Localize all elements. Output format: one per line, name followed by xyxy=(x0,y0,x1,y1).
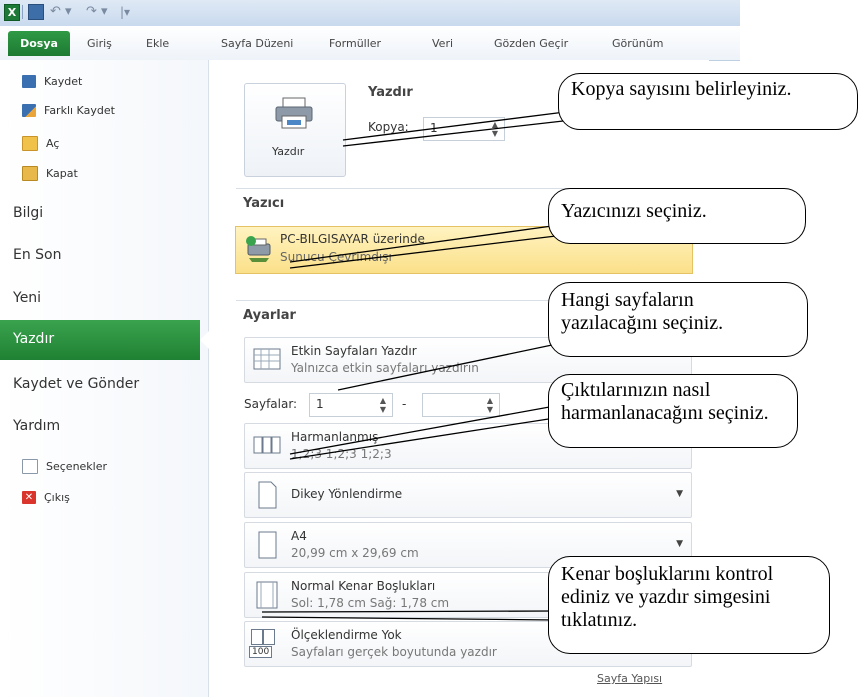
nav-save-label: Kaydet xyxy=(44,74,83,88)
nav-close-label: Kapat xyxy=(46,166,78,180)
margins-label: Normal Kenar Boşlukları xyxy=(291,579,436,593)
copies-input[interactable]: 1 ▲ ▼ xyxy=(423,117,505,141)
print-section-title: Yazdır xyxy=(368,85,413,100)
paper-icon xyxy=(258,531,277,559)
portrait-page-icon xyxy=(258,481,277,509)
paper-size-desc: 20,99 cm x 29,69 cm xyxy=(291,546,419,560)
tab-page-layout[interactable]: Sayfa Düzeni xyxy=(221,31,293,56)
nav-open-label: Aç xyxy=(46,136,60,150)
pages-to-spinner-icon[interactable]: ▲ ▼ xyxy=(487,396,493,414)
chevron-down-icon: ▼ xyxy=(676,539,683,549)
callout-copies: Kopya sayısını belirleyiniz. xyxy=(558,73,858,130)
tab-home[interactable]: Giriş xyxy=(87,31,112,56)
quick-access-toolbar: X ↶ ▾ ↷ ▾ |▾ xyxy=(0,0,740,26)
page-setup-link[interactable]: Sayfa Yapısı xyxy=(597,672,662,685)
settings-title: Ayarlar xyxy=(243,308,296,323)
tab-formulas[interactable]: Formüller xyxy=(329,31,381,56)
nav-save-send[interactable]: Kaydet ve Gönder xyxy=(13,376,139,392)
folder-close-icon xyxy=(22,165,38,181)
pages-from-value: 1 xyxy=(316,397,324,411)
printer-section-title: Yazıcı xyxy=(243,196,285,211)
pages-to-input[interactable]: ▲ ▼ xyxy=(422,393,500,417)
orientation-dropdown[interactable]: Dikey Yönlendirme ▼ xyxy=(244,472,692,518)
network-printer-icon xyxy=(246,236,271,262)
collate-desc: 1;2;3 1;2;3 1;2;3 xyxy=(291,447,392,461)
nav-new[interactable]: Yeni xyxy=(13,290,41,306)
printer-name: PC-BILGISAYAR üzerinde xyxy=(280,232,425,246)
copies-label: Kopya: xyxy=(368,120,409,134)
margins-icon xyxy=(256,581,278,609)
collate-icon xyxy=(253,436,281,454)
callout-collate: Çıktılarınızın nasıl harmanlanacağını se… xyxy=(548,374,798,448)
nav-info[interactable]: Bilgi xyxy=(13,205,43,221)
save-icon xyxy=(22,74,36,88)
nav-close[interactable]: Kapat xyxy=(22,164,78,182)
tab-insert[interactable]: Ekle xyxy=(146,31,169,56)
customize-toolbar-icon[interactable]: |▾ xyxy=(120,4,136,20)
tab-view[interactable]: Görünüm xyxy=(612,31,663,56)
print-scope-desc: Yalnızca etkin sayfaları yazdırın xyxy=(291,361,479,375)
chevron-down-icon: ▼ xyxy=(676,489,683,499)
folder-open-icon xyxy=(22,135,38,151)
printer-status: Sunucu Çevrimdışı xyxy=(280,250,392,264)
pages-from-input[interactable]: 1 ▲ ▼ xyxy=(309,393,393,417)
copies-value: 1 xyxy=(430,121,438,135)
nav-open[interactable]: Aç xyxy=(22,134,59,152)
orientation-label: Dikey Yönlendirme xyxy=(291,487,403,501)
toolbar-divider xyxy=(22,5,23,19)
nav-exit[interactable]: ✕ Çıkış xyxy=(22,488,70,506)
redo-icon[interactable]: ↷ ▾ xyxy=(86,4,118,20)
options-icon xyxy=(22,458,38,474)
callout-margins: Kenar boşluklarını kontrol ediniz ve yaz… xyxy=(548,556,830,654)
exit-icon: ✕ xyxy=(22,490,36,504)
pages-label: Sayfalar: xyxy=(244,397,298,411)
callout-pages: Hangi sayfaların yazılacağını seçiniz. xyxy=(548,282,808,357)
margins-desc: Sol: 1,78 cm Sağ: 1,78 cm xyxy=(291,596,450,610)
callout-printer: Yazıcınızı seçiniz. xyxy=(548,188,806,244)
tab-data[interactable]: Veri xyxy=(432,31,453,56)
nav-print[interactable]: Yazdır xyxy=(13,331,54,347)
sheet-icon xyxy=(253,348,281,370)
collate-label: Harmanlanmış xyxy=(291,430,379,444)
undo-icon[interactable]: ↶ ▾ xyxy=(50,4,82,20)
nav-help[interactable]: Yardım xyxy=(13,418,60,434)
scaling-icon: 100 xyxy=(249,629,277,659)
nav-options[interactable]: Seçenekler xyxy=(22,457,107,475)
nav-recent[interactable]: En Son xyxy=(13,247,62,263)
save-as-icon xyxy=(22,103,36,117)
print-button-label: Yazdır xyxy=(272,145,305,158)
nav-options-label: Seçenekler xyxy=(46,459,108,473)
save-icon[interactable] xyxy=(28,4,44,20)
nav-save-as[interactable]: Farklı Kaydet xyxy=(22,101,115,119)
scaling-desc: Sayfaları gerçek boyutunda yazdır xyxy=(291,645,497,659)
tab-review[interactable]: Gözden Geçir xyxy=(494,31,568,56)
nav-save[interactable]: Kaydet xyxy=(22,72,82,90)
printer-icon xyxy=(275,97,313,129)
tab-file[interactable]: Dosya xyxy=(8,31,70,56)
nav-save-as-label: Farklı Kaydet xyxy=(44,103,115,117)
nav-exit-label: Çıkış xyxy=(44,490,70,504)
pages-dash: - xyxy=(402,397,407,411)
paper-size-label: A4 xyxy=(291,529,307,543)
scaling-label: Ölçeklendirme Yok xyxy=(291,628,402,642)
print-scope-label: Etkin Sayfaları Yazdır xyxy=(291,344,417,358)
scaling-icon-label: 100 xyxy=(249,646,273,658)
excel-logo-icon: X xyxy=(4,4,20,21)
copies-spinner-icon[interactable]: ▲ ▼ xyxy=(492,120,498,138)
pages-from-spinner-icon[interactable]: ▲ ▼ xyxy=(380,396,386,414)
